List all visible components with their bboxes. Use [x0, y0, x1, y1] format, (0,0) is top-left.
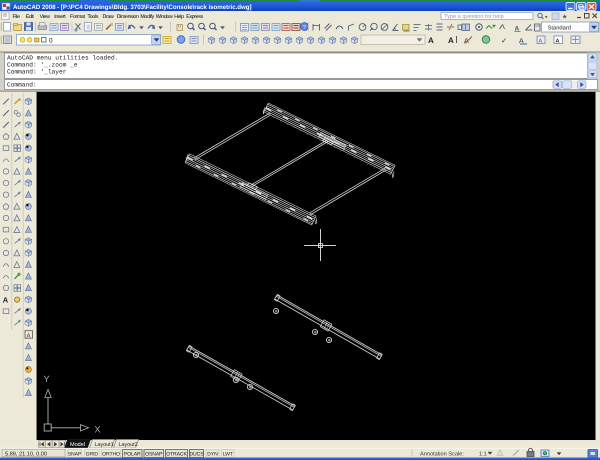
svg-text:Window: Window: [156, 14, 173, 20]
svg-text:Edit: Edit: [26, 14, 35, 20]
svg-text:★: ★: [562, 14, 567, 21]
svg-text:5.89, 21.10, 0.00: 5.89, 21.10, 0.00: [5, 451, 47, 457]
svg-text:ORTHO: ORTHO: [102, 452, 120, 458]
svg-text:A: A: [448, 36, 454, 45]
svg-text:Command: '_.zoom _e: Command: '_.zoom _e: [7, 62, 78, 69]
svg-text:Layout2: Layout2: [119, 442, 138, 448]
svg-text:POLAR: POLAR: [124, 452, 141, 458]
svg-text:1:1: 1:1: [479, 452, 487, 458]
svg-text:Type a question for help: Type a question for help: [444, 13, 504, 20]
svg-text:AutoCAD menu utilities loaded.: AutoCAD menu utilities loaded.: [7, 55, 118, 62]
svg-text:Standard: Standard: [548, 25, 572, 32]
svg-text:SNAP: SNAP: [68, 452, 82, 458]
svg-text:DYN: DYN: [207, 452, 218, 458]
svg-text:A: A: [27, 332, 31, 339]
svg-text:File: File: [13, 14, 21, 20]
svg-text:Y: Y: [44, 374, 50, 384]
svg-text:Help: Help: [174, 14, 184, 20]
svg-text:Draw: Draw: [103, 14, 114, 20]
svg-text:Command: '_layer: Command: '_layer: [7, 69, 67, 76]
svg-text:✓: ✓: [501, 38, 507, 45]
svg-text:OTRACK: OTRACK: [166, 452, 187, 458]
svg-text:LWT: LWT: [223, 452, 233, 458]
svg-text:Format: Format: [70, 14, 85, 20]
svg-text:Tools: Tools: [88, 14, 99, 20]
svg-text:Layout1: Layout1: [95, 442, 114, 448]
svg-text:X: X: [95, 425, 101, 435]
svg-text:Dimension: Dimension: [117, 14, 139, 20]
svg-text:OSNAP: OSNAP: [145, 452, 163, 458]
svg-text:A: A: [556, 39, 560, 45]
svg-text:Command:: Command:: [7, 82, 37, 89]
svg-text:Modify: Modify: [140, 14, 154, 20]
svg-text:GRID: GRID: [86, 452, 99, 458]
svg-text:AutoCAD 2008 - [P:\PC4 Drawing: AutoCAD 2008 - [P:\PC4 Drawings\Bldg. 37…: [13, 4, 252, 11]
svg-text:Express: Express: [186, 14, 203, 20]
svg-text:0: 0: [49, 38, 53, 45]
svg-text:Model: Model: [70, 442, 85, 448]
svg-text:A: A: [3, 296, 9, 305]
svg-text:Insert: Insert: [54, 14, 66, 20]
svg-text:View: View: [40, 14, 51, 20]
svg-text:Annotation Scale:: Annotation Scale:: [420, 451, 464, 458]
svg-text:DUCS: DUCS: [189, 452, 204, 458]
svg-text:A: A: [428, 36, 434, 45]
svg-text:A: A: [539, 39, 543, 45]
